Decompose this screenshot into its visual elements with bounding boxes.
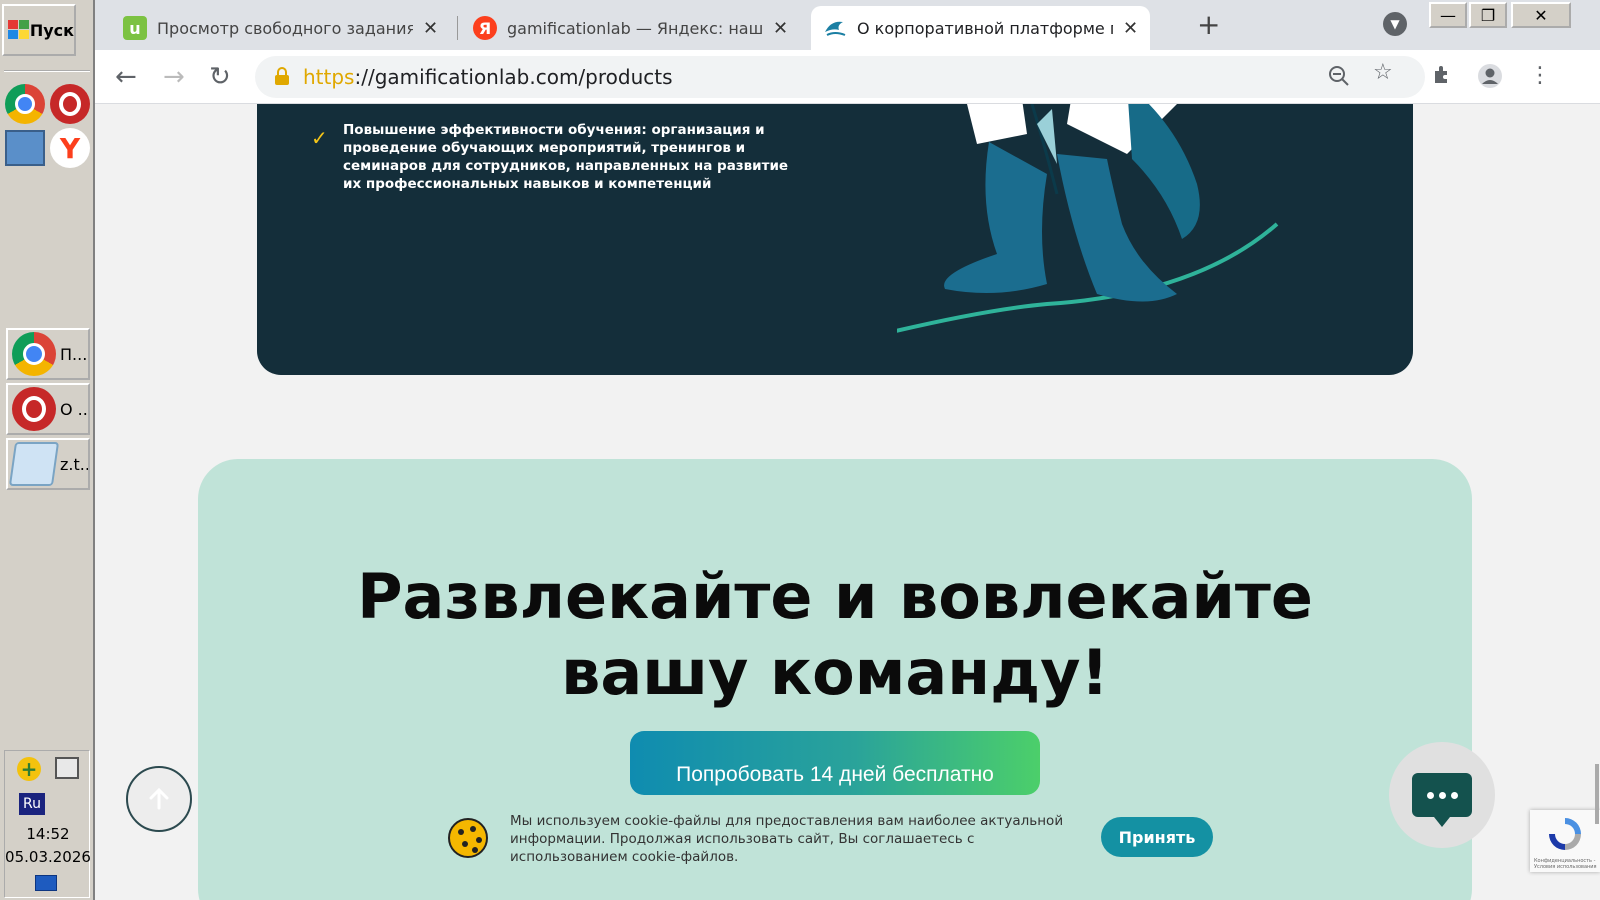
browser-toolbar: ← → ↻ https://gamificationlab.com/produc… <box>95 50 1600 104</box>
free-trial-button[interactable]: Попробовать 14 дней бесплатно <box>630 731 1040 795</box>
new-tab-icon[interactable]: + <box>1197 8 1220 41</box>
taskbar-item-chrome[interactable]: П... <box>6 328 90 380</box>
address-bar[interactable]: https://gamificationlab.com/products ☆ <box>255 56 1425 98</box>
cta-heading-line1: Развлекайте и вовлекайте <box>357 560 1313 633</box>
network-icon[interactable] <box>55 757 79 779</box>
language-indicator[interactable]: Ru <box>19 793 45 815</box>
upwork-favicon-icon: u <box>123 16 147 40</box>
taskbar-item-opera[interactable]: О .. <box>6 383 90 435</box>
tab-search-icon[interactable]: ▼ <box>1383 12 1407 36</box>
add-icon[interactable]: + <box>17 757 41 781</box>
tab-strip: u Просмотр свободного задания - В ✕ Я ga… <box>95 0 1600 50</box>
minimize-button[interactable]: — <box>1429 2 1467 28</box>
opera-icon <box>12 387 56 431</box>
shark-mascot-icon <box>897 104 1279 333</box>
close-icon[interactable]: ✕ <box>773 18 788 39</box>
taskbar-item-label: z.t... <box>60 454 90 474</box>
scroll-to-top-button[interactable] <box>126 766 192 832</box>
windows-flag-icon <box>8 20 29 40</box>
tab-title: О корпоративной платформе гейм <box>857 18 1113 38</box>
chrome-icon <box>12 332 56 376</box>
cookie-banner: Мы используем cookie-файлы для предостав… <box>95 796 1600 896</box>
extensions-icon[interactable] <box>1431 63 1455 93</box>
system-tray: + Ru 14:52 05.03.2026 <box>4 750 91 898</box>
restore-button[interactable]: ❐ <box>1469 2 1507 28</box>
back-icon[interactable]: ← <box>115 62 137 92</box>
yandex-favicon-icon: Я <box>473 16 497 40</box>
cookie-icon <box>448 818 488 858</box>
desktop-icon[interactable] <box>35 875 57 891</box>
cta-heading: Развлекайте и вовлекайте вашу команду! <box>198 559 1472 711</box>
arrow-up-icon <box>149 787 169 810</box>
bookmark-star-icon[interactable]: ☆ <box>1373 60 1393 85</box>
yandex-icon[interactable]: Y <box>50 128 90 168</box>
cta-heading-line2: вашу команду! <box>561 636 1109 709</box>
tab-yandex[interactable]: Я gamificationlab — Яндекс: нашёлся ✕ <box>461 6 800 50</box>
shark-favicon-icon <box>823 16 847 40</box>
taskbar-item-notepad[interactable]: z.t... <box>6 438 90 490</box>
tab-separator <box>457 16 458 40</box>
accept-cookies-button[interactable]: Принять <box>1101 817 1213 857</box>
clock-time: 14:52 <box>26 825 70 843</box>
tab-gamificationlab[interactable]: О корпоративной платформе гейм ✕ <box>811 6 1151 50</box>
cookie-text: Мы используем cookie-файлы для предостав… <box>510 813 1064 865</box>
chrome-icon[interactable] <box>5 84 45 124</box>
features-card: ✓ Повышение эффективности обучения: орга… <box>257 104 1413 375</box>
zoom-icon[interactable] <box>1327 64 1351 94</box>
scrollbar-thumb[interactable] <box>1595 764 1599 824</box>
notepad-icon <box>8 442 60 486</box>
taskbar-item-label: О .. <box>60 399 88 419</box>
close-window-button[interactable]: ✕ <box>1511 2 1571 28</box>
check-icon: ✓ <box>311 126 328 150</box>
reload-icon[interactable]: ↻ <box>209 62 231 92</box>
page-viewport: ✓ Повышение эффективности обучения: орга… <box>95 104 1600 900</box>
profile-icon[interactable] <box>1477 63 1503 95</box>
start-label: Пуск <box>29 20 74 40</box>
close-icon[interactable]: ✕ <box>423 18 438 39</box>
chat-icon <box>1412 773 1472 827</box>
recaptcha-text: Конфиденциальность - Условия использован… <box>1534 858 1597 870</box>
recaptcha-badge[interactable]: Конфиденциальность - Условия использован… <box>1530 810 1600 872</box>
clock-date: 05.03.2026 <box>5 848 91 866</box>
lock-icon[interactable] <box>275 67 289 85</box>
taskbar-divider <box>4 70 90 72</box>
feature-bullet: Повышение эффективности обучения: органи… <box>343 122 789 192</box>
tab-title: Просмотр свободного задания - В <box>157 18 413 38</box>
taskbar: Пуск Y П... О .. z.t... + Ru 14:52 05.03… <box>0 0 95 900</box>
recaptcha-icon <box>1549 818 1581 850</box>
screen-icon[interactable] <box>5 130 45 166</box>
forward-icon[interactable]: → <box>163 62 185 92</box>
start-button[interactable]: Пуск <box>2 4 76 56</box>
opera-icon[interactable] <box>50 84 90 124</box>
tab-upwork[interactable]: u Просмотр свободного задания - В ✕ <box>111 6 450 50</box>
taskbar-item-label: П... <box>60 344 88 364</box>
close-icon[interactable]: ✕ <box>1123 18 1138 39</box>
menu-icon[interactable]: ⋮ <box>1529 63 1551 88</box>
chat-widget-button[interactable] <box>1389 742 1495 848</box>
tab-title: gamificationlab — Яндекс: нашёлся <box>507 18 763 38</box>
url-text[interactable]: https://gamificationlab.com/products <box>303 65 673 89</box>
